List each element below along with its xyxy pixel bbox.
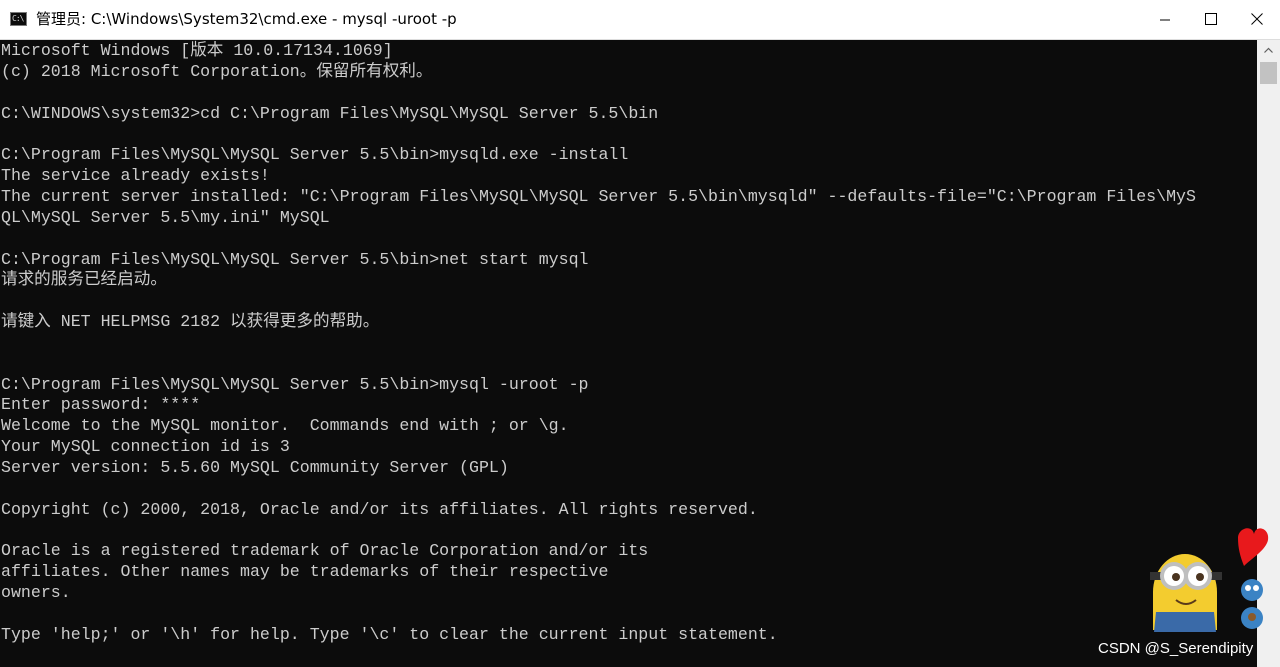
console-line: QL\MySQL Server 5.5\my.ini" MySQL [1, 207, 330, 227]
cmd-window: C:\ 管理员: C:\Windows\System32\cmd.exe - m… [0, 0, 1280, 667]
console-line: Type 'help;' or '\h' for help. Type '\c'… [1, 624, 778, 644]
minimize-icon [1160, 19, 1170, 21]
minion-heart-sticker-icon [1150, 528, 1269, 632]
console-line: C:\Program Files\MySQL\MySQL Server 5.5\… [1, 249, 589, 269]
window-title: 管理员: C:\Windows\System32\cmd.exe - mysql… [36, 10, 457, 28]
close-icon [1251, 13, 1263, 25]
chevron-up-icon [1264, 47, 1273, 53]
minimize-button[interactable] [1142, 0, 1188, 39]
cmd-icon-glyph: C:\ [12, 14, 24, 23]
console-line: Welcome to the MySQL monitor. Commands e… [1, 416, 569, 436]
console-line: 请键入 NET HELPMSG 2182 以获得更多的帮助。 [1, 312, 380, 332]
maximize-icon [1205, 13, 1217, 25]
console-line: C:\Program Files\MySQL\MySQL Server 5.5\… [1, 374, 589, 394]
console-line: The current server installed: "C:\Progra… [1, 186, 1196, 206]
close-button[interactable] [1234, 0, 1280, 39]
console-line: 请求的服务已经启动。 [1, 270, 167, 290]
console-line: Enter password: **** [1, 395, 201, 415]
console-line: Server version: 5.5.60 MySQL Community S… [1, 458, 509, 477]
console-line: (c) 2018 Microsoft Corporation。保留所有权利。 [1, 61, 433, 81]
console-line: C:\WINDOWS\system32>cd C:\Program Files\… [1, 103, 659, 123]
console-output[interactable]: Microsoft Windows [版本 10.0.17134.1069] (c… [0, 40, 1257, 667]
maximize-button[interactable] [1188, 0, 1234, 39]
scroll-up-button[interactable] [1257, 40, 1280, 60]
console-line: owners. [1, 583, 71, 603]
console-line: Microsoft Windows [版本 10.0.17134.1069] [1, 41, 393, 60]
scrollbar-thumb[interactable] [1260, 62, 1277, 84]
console-line: affiliates. Other names may be trademark… [1, 562, 609, 582]
cmd-icon[interactable]: C:\ [10, 12, 27, 26]
console-line: Copyright (c) 2000, 2018, Oracle and/or … [1, 499, 758, 519]
console-line: C:\Program Files\MySQL\MySQL Server 5.5\… [1, 145, 629, 165]
csdn-watermark: CSDN @S_Serendipity [1098, 640, 1254, 657]
title-bar[interactable]: C:\ 管理员: C:\Windows\System32\cmd.exe - m… [0, 0, 1280, 40]
console-line: Oracle is a registered trademark of Orac… [1, 541, 649, 561]
console-line: Your MySQL connection id is 3 [1, 437, 290, 457]
console-line: The service already exists! [1, 166, 270, 186]
